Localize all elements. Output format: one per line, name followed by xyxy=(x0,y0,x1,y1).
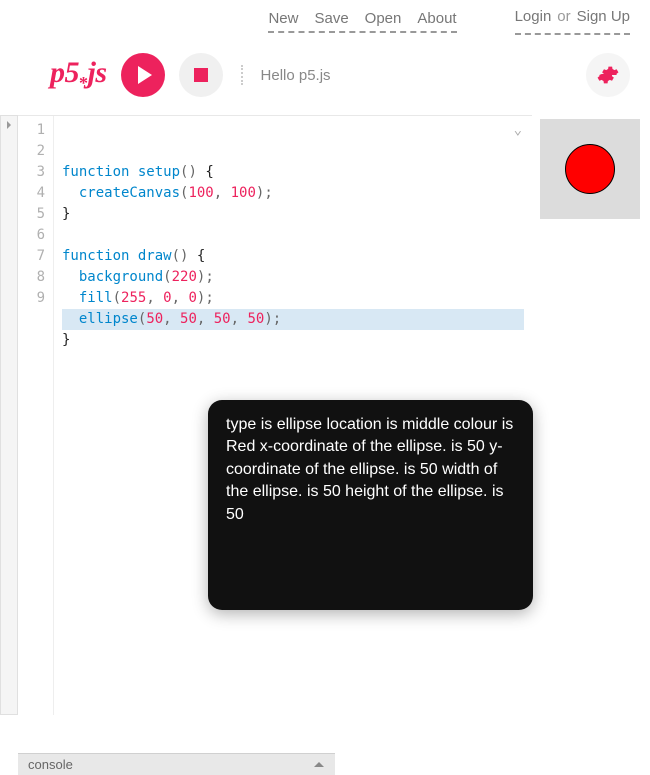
stop-icon xyxy=(194,68,208,82)
top-nav: New Save Open About Login or Sign Up xyxy=(0,0,650,35)
stop-button[interactable] xyxy=(179,53,223,97)
gear-icon xyxy=(597,64,619,86)
play-icon xyxy=(138,66,152,84)
p5js-logo: p5*js xyxy=(50,56,107,94)
console-label: console xyxy=(28,757,73,772)
sketch-name[interactable]: Hello p5.js xyxy=(261,67,331,84)
toolbar: p5*js Hello p5.js xyxy=(0,35,650,115)
or-text: or xyxy=(557,8,570,29)
file-nav-group: New Save Open About xyxy=(268,10,456,33)
sidebar-toggle[interactable] xyxy=(0,115,18,715)
toolbar-divider xyxy=(241,65,243,85)
new-link[interactable]: New xyxy=(268,10,298,27)
canvas-preview xyxy=(540,119,640,219)
open-link[interactable]: Open xyxy=(365,10,402,27)
line-gutter: 123456789 xyxy=(18,116,54,715)
ellipse-shape xyxy=(565,144,615,194)
auth-nav-group: Login or Sign Up xyxy=(515,8,630,35)
login-link[interactable]: Login xyxy=(515,8,552,25)
save-link[interactable]: Save xyxy=(314,10,348,27)
settings-button[interactable] xyxy=(586,53,630,97)
chevron-right-icon xyxy=(4,120,14,130)
console-bar[interactable]: console xyxy=(18,753,335,775)
play-button[interactable] xyxy=(121,53,165,97)
chevron-up-icon xyxy=(313,759,325,771)
signup-link[interactable]: Sign Up xyxy=(577,8,630,25)
preview-area xyxy=(532,115,650,715)
about-link[interactable]: About xyxy=(417,10,456,27)
collapse-icon[interactable]: ⌄ xyxy=(514,120,522,141)
accessibility-tooltip: type is ellipse location is middle colou… xyxy=(208,400,533,610)
